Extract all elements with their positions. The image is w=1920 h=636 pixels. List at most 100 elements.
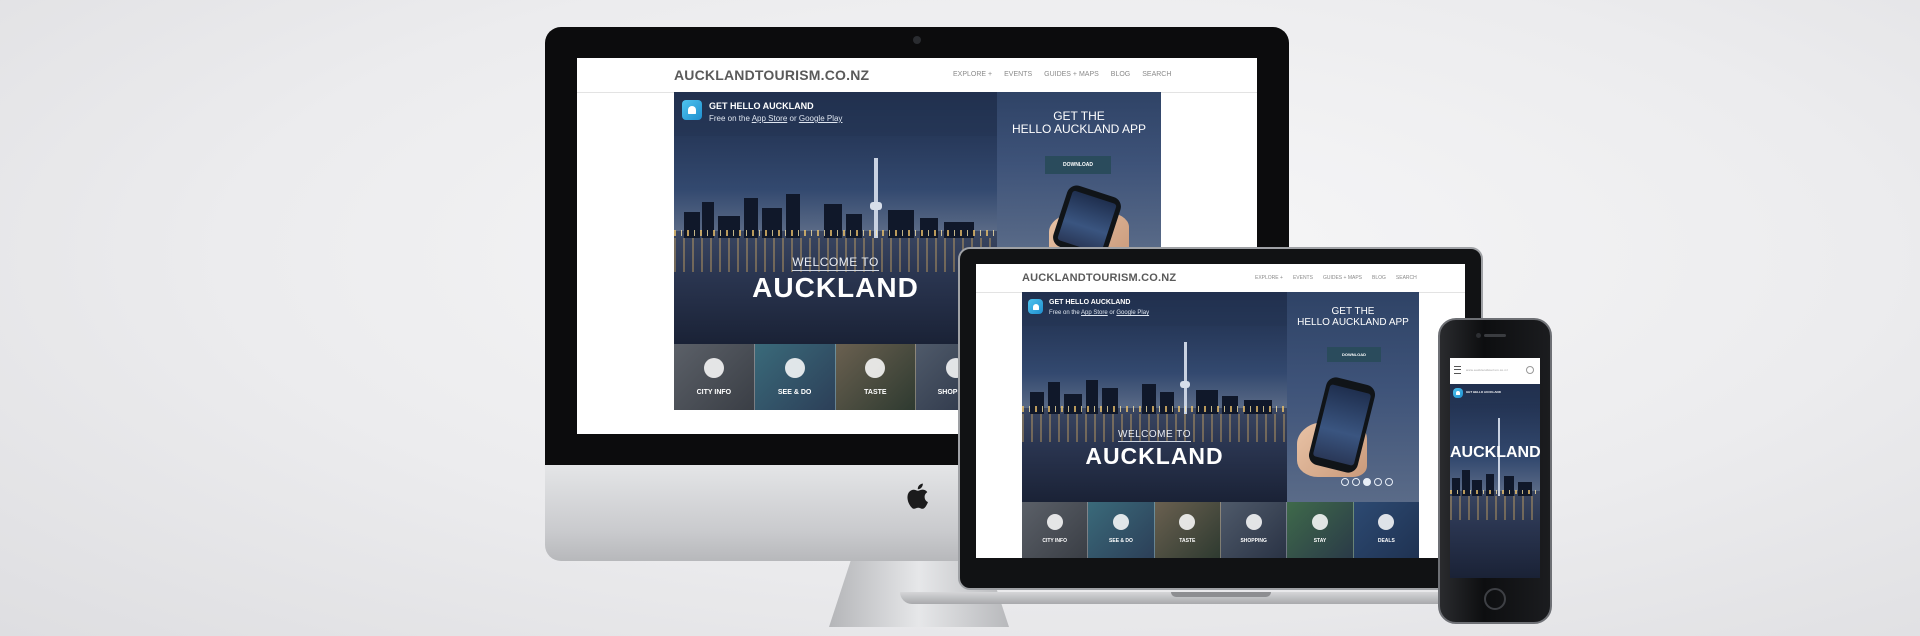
banner-title: GET HELLO AUCKLAND [1049, 299, 1131, 306]
sky-tower-pod [870, 202, 882, 210]
phone-screen: www.aucklandtourism.co.nz GET HELLO AUCK… [1450, 358, 1540, 578]
tile-see-do[interactable]: SEE & DO [754, 344, 836, 410]
site-logo[interactable]: AUCKLANDTOURISM.CO.NZ [1022, 272, 1176, 284]
nav-guides-maps[interactable]: GUIDES + MAPS [1323, 275, 1362, 281]
welcome-label: WELCOME TO [1118, 429, 1191, 442]
hello-auckland-app-icon [682, 100, 702, 120]
download-button[interactable]: DOWNLOAD [1045, 156, 1111, 174]
binoculars-icon [1112, 514, 1129, 530]
city-lights [1022, 406, 1287, 412]
tile-label: SEE & DO [1109, 538, 1133, 544]
banner-subtitle: Free on the App Store or Google Play [709, 114, 842, 123]
tile-label: CITY INFO [696, 389, 732, 396]
tile-stay[interactable]: STAY [1287, 502, 1354, 558]
carousel-dot-active[interactable] [1363, 478, 1371, 486]
promo-line1: GET THE [1331, 306, 1375, 317]
city-lights [1450, 490, 1540, 494]
app-banner[interactable]: GET HELLO AUCKLAND Free on the App Store… [1022, 292, 1287, 326]
banner-or: or [787, 114, 799, 123]
nav-events[interactable]: EVENTS [1293, 275, 1313, 281]
promo-title: GET THE HELLO AUCKLAND APP [997, 109, 1161, 136]
bed-icon [1311, 514, 1328, 530]
google-play-link[interactable]: Google Play [799, 114, 843, 123]
banner-title: GET HELLO AUCKLAND [1466, 390, 1501, 394]
tile-label: TASTE [864, 389, 887, 396]
tile-taste[interactable]: TASTE [1154, 502, 1221, 558]
nav-blog[interactable]: BLOG [1372, 275, 1386, 281]
tile-label: DEALS [1377, 538, 1395, 544]
tile-taste[interactable]: TASTE [835, 344, 917, 410]
carousel-dot[interactable] [1341, 478, 1349, 486]
site-logo[interactable]: AUCKLANDTOURISM.CO.NZ [674, 67, 869, 83]
app-store-link[interactable]: App Store [752, 114, 788, 123]
apple-logo-icon [905, 482, 929, 510]
phone-url[interactable]: www.aucklandtourism.co.nz [1466, 368, 1508, 372]
welcome-label: WELCOME TO [792, 255, 879, 271]
phone-speaker [1484, 334, 1506, 337]
download-arrow-icon [703, 358, 724, 378]
hero: GET HELLO AUCKLAND Free on the App Store… [1022, 292, 1287, 502]
tile-deals[interactable]: DEALS [1353, 502, 1419, 558]
promo-line2: HELLO AUCKLAND APP [1297, 317, 1409, 328]
welcome-text: WELCOME TO [674, 255, 997, 271]
fork-knife-icon [865, 358, 886, 378]
skyline [674, 158, 997, 238]
phone-navbar: www.aucklandtourism.co.nz [1450, 358, 1540, 385]
tile-label: CITY INFO [1042, 538, 1067, 544]
banner-subtitle: Free on the App Store or Google Play [1049, 310, 1149, 316]
hello-auckland-app-icon [1028, 299, 1043, 314]
nav-search[interactable]: SEARCH [1396, 275, 1417, 281]
category-tiles: CITY INFO SEE & DO TASTE SHOPPING STAY D… [1022, 502, 1419, 558]
shopping-bag-icon [1245, 514, 1262, 530]
nav-menu: EXPLORE + EVENTS GUIDES + MAPS BLOG SEAR… [953, 71, 1171, 78]
tile-label: STAY [1313, 538, 1327, 544]
app-banner[interactable]: GET HELLO AUCKLAND [1450, 384, 1540, 404]
tile-city-info[interactable]: CITY INFO [674, 344, 755, 410]
phone-camera [1476, 333, 1481, 338]
imac-navbar: AUCKLANDTOURISM.CO.NZ EXPLORE + EVENTS G… [577, 58, 1257, 93]
fork-knife-icon [1179, 514, 1196, 530]
nav-guides-maps[interactable]: GUIDES + MAPS [1044, 71, 1099, 78]
binoculars-icon [784, 358, 805, 378]
tile-label: SEE & DO [777, 389, 812, 396]
app-promo: GET THE HELLO AUCKLAND APP DOWNLOAD [997, 92, 1161, 252]
welcome-text: WELCOME TO [1022, 429, 1287, 442]
carousel-dot[interactable] [1385, 478, 1393, 486]
nav-blog[interactable]: BLOG [1111, 71, 1130, 78]
tile-label: SHOPPING [1240, 538, 1267, 544]
carousel-dots[interactable] [1341, 478, 1393, 486]
sky-tower-pod [1180, 381, 1190, 388]
download-arrow-icon [1046, 514, 1063, 530]
home-button[interactable] [1484, 588, 1506, 610]
nav-explore[interactable]: EXPLORE + [953, 71, 992, 78]
carousel-dot[interactable] [1352, 478, 1360, 486]
hero-city-title: AUCKLAND [1085, 443, 1224, 469]
hero: GET HELLO AUCKLAND Free on the App Store… [674, 92, 997, 344]
app-banner[interactable]: GET HELLO AUCKLAND Free on the App Store… [674, 92, 997, 136]
carousel-dot[interactable] [1374, 478, 1382, 486]
google-play-link[interactable]: Google Play [1116, 310, 1149, 316]
download-button[interactable]: DOWNLOAD [1327, 347, 1381, 362]
hamburger-menu-icon[interactable] [1454, 366, 1461, 374]
skyline [1022, 342, 1287, 414]
sky-tower [1184, 342, 1187, 414]
water-reflection [1450, 496, 1540, 520]
promo-title: GET THE HELLO AUCKLAND APP [1287, 306, 1419, 328]
tile-see-do[interactable]: SEE & DO [1088, 502, 1155, 558]
tile-shopping[interactable]: SHOPPING [1220, 502, 1288, 558]
tag-icon [1378, 514, 1395, 530]
city-lights [674, 230, 997, 236]
phone-search-icon[interactable] [1526, 366, 1534, 374]
nav-explore[interactable]: EXPLORE + [1255, 275, 1283, 281]
app-store-link[interactable]: App Store [1081, 310, 1108, 316]
banner-title: GET HELLO AUCKLAND [709, 101, 814, 111]
tile-city-info[interactable]: CITY INFO [1022, 502, 1089, 558]
tile-label: TASTE [1179, 538, 1196, 544]
app-promo: GET THE HELLO AUCKLAND APP DOWNLOAD [1287, 292, 1419, 502]
hero: GET HELLO AUCKLAND AUCKLAND [1450, 384, 1540, 578]
nav-menu: EXPLORE + EVENTS GUIDES + MAPS BLOG SEAR… [1255, 275, 1417, 281]
nav-search[interactable]: SEARCH [1142, 71, 1171, 78]
nav-events[interactable]: EVENTS [1004, 71, 1032, 78]
banner-sub-prefix: Free on the [709, 114, 752, 123]
hero-city-title: AUCKLAND [1450, 444, 1540, 461]
